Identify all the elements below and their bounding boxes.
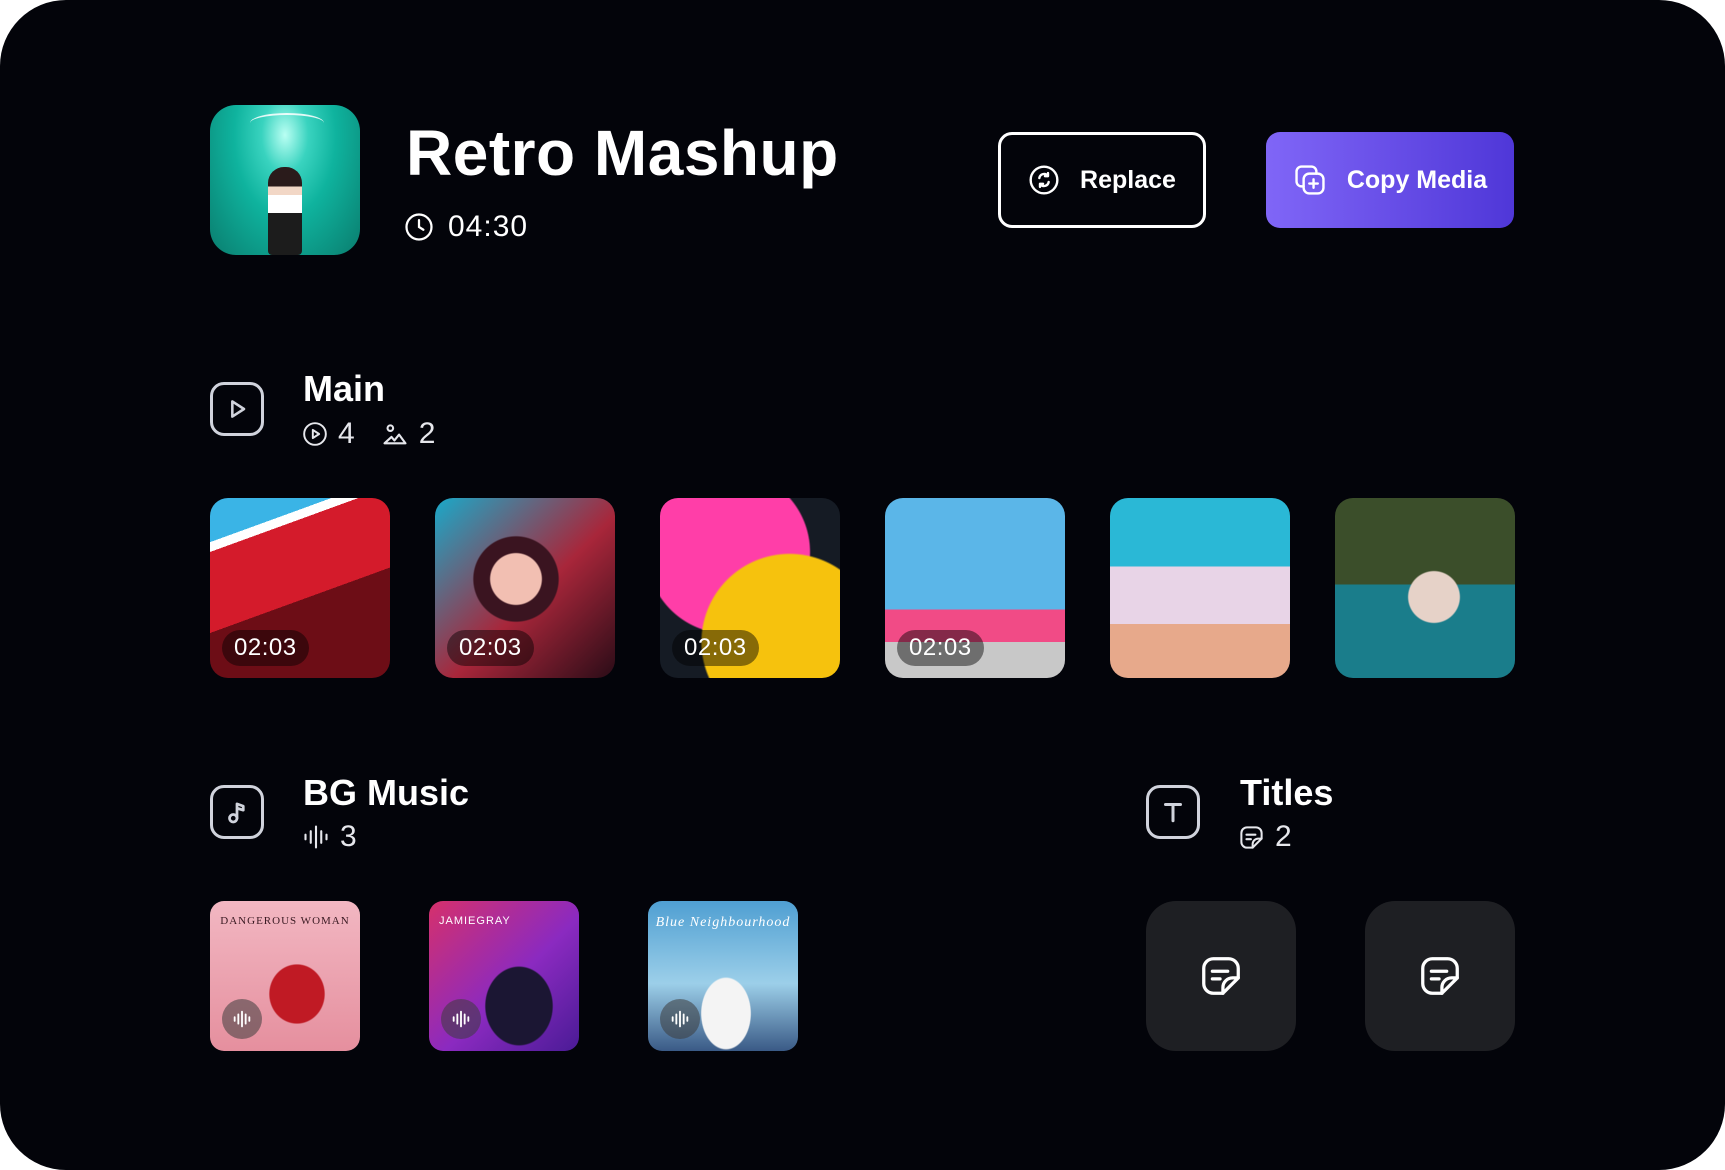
track-waveform-button[interactable] bbox=[660, 999, 700, 1039]
track-waveform-button[interactable] bbox=[441, 999, 481, 1039]
project-title: Retro Mashup bbox=[406, 117, 839, 189]
text-t-icon bbox=[1164, 803, 1182, 823]
replace-icon bbox=[1029, 165, 1059, 195]
media-duration: 02:03 bbox=[897, 630, 984, 666]
video-count-icon bbox=[303, 422, 327, 446]
image-count: 2 bbox=[418, 417, 436, 450]
project-thumbnail bbox=[210, 105, 360, 255]
music-track-cover[interactable]: JAMIEGRAY bbox=[429, 901, 579, 1051]
note-icon bbox=[1421, 957, 1459, 995]
image-count-icon bbox=[383, 424, 407, 445]
note-icon bbox=[1202, 957, 1240, 995]
track-count: 3 bbox=[340, 820, 357, 853]
media-duration: 02:03 bbox=[672, 630, 759, 666]
music-note-icon bbox=[228, 802, 245, 824]
media-thumb-train[interactable] bbox=[1110, 498, 1290, 678]
project-duration: 04:30 bbox=[404, 210, 528, 244]
app-window: Retro Mashup 04:30 Replace Copy Media Ma… bbox=[0, 0, 1725, 1170]
clock-icon bbox=[405, 213, 433, 241]
replace-label: Replace bbox=[1080, 165, 1176, 194]
titles-count: 2 bbox=[1275, 820, 1292, 853]
media-duration: 02:03 bbox=[222, 630, 309, 666]
copy-add-icon bbox=[1295, 165, 1325, 195]
music-track-cover[interactable]: DANGEROUS WOMAN bbox=[210, 901, 360, 1051]
play-icon bbox=[231, 400, 246, 418]
video-count: 4 bbox=[338, 417, 355, 450]
replace-button[interactable]: Replace bbox=[998, 132, 1206, 228]
thumbnail-figure bbox=[268, 167, 302, 255]
track-waveform-button[interactable] bbox=[222, 999, 262, 1039]
media-thumb-neon-girl[interactable]: 02:03 bbox=[435, 498, 615, 678]
titles-section-title: Titles bbox=[1240, 772, 1334, 813]
cover-title: Blue Neighbourhood bbox=[655, 915, 791, 930]
title-item-card[interactable] bbox=[1146, 901, 1296, 1051]
duration-text: 04:30 bbox=[448, 210, 529, 243]
media-thumb-pink-car[interactable]: 02:03 bbox=[885, 498, 1065, 678]
cover-title: DANGEROUS WOMAN bbox=[220, 915, 350, 927]
bg-music-section-meta: 3 bbox=[302, 820, 373, 854]
copy-media-label: Copy Media bbox=[1346, 165, 1488, 194]
media-thumb-car-hood[interactable] bbox=[1335, 498, 1515, 678]
main-section-meta: 4 2 bbox=[302, 417, 451, 451]
note-icon bbox=[1240, 825, 1263, 849]
music-track-cover[interactable]: Blue Neighbourhood bbox=[648, 901, 798, 1051]
bg-music-section-icon bbox=[210, 785, 264, 839]
media-thumb-diner[interactable]: 02:03 bbox=[210, 498, 390, 678]
media-thumb-vinyl[interactable]: 02:03 bbox=[660, 498, 840, 678]
bg-music-section-title: BG Music bbox=[303, 772, 470, 813]
media-duration: 02:03 bbox=[447, 630, 534, 666]
copy-media-button[interactable]: Copy Media bbox=[1266, 132, 1514, 228]
cover-title: JAMIEGRAY bbox=[439, 915, 511, 927]
titles-section-meta: 2 bbox=[1238, 820, 1308, 854]
main-section-title: Main bbox=[303, 368, 386, 409]
main-section-icon bbox=[210, 382, 264, 436]
title-item-card[interactable] bbox=[1365, 901, 1515, 1051]
neon-sign-decoration bbox=[250, 113, 324, 133]
waveform-icon bbox=[671, 1010, 689, 1028]
waveform-icon bbox=[304, 825, 328, 849]
titles-section-icon bbox=[1146, 785, 1200, 839]
waveform-icon bbox=[452, 1010, 470, 1028]
waveform-icon bbox=[233, 1010, 251, 1028]
